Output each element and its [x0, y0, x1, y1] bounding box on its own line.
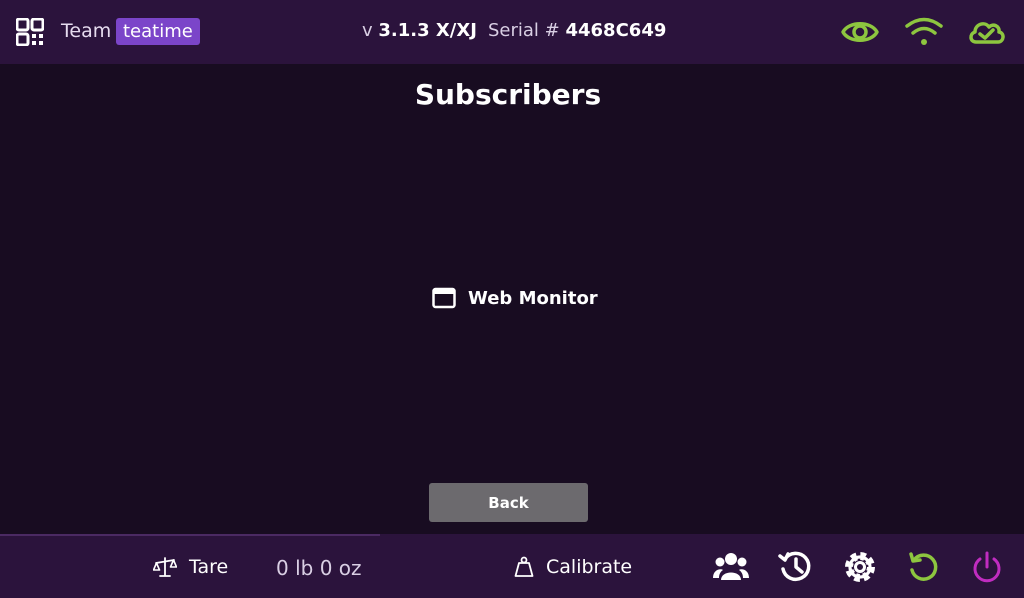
browser-window-icon: [432, 287, 456, 309]
users-icon[interactable]: [712, 548, 750, 586]
team-name-badge: teatime: [116, 18, 200, 45]
calibrate-label: Calibrate: [546, 556, 633, 578]
bottom-divider: [0, 534, 380, 536]
version-number: 3.1.3 X/XJ: [378, 20, 477, 41]
tare-button[interactable]: Tare: [153, 555, 228, 579]
tare-label: Tare: [189, 556, 229, 578]
weight-readout: 0 lb 0 oz: [276, 556, 362, 580]
scale-icon: [153, 557, 177, 577]
qr-code-icon[interactable]: [16, 18, 44, 46]
serial-number: 4468C649: [565, 20, 667, 41]
serial-info: Serial # 4468C649: [488, 20, 666, 41]
version-prefix: v: [362, 20, 373, 41]
gear-icon[interactable]: [841, 548, 879, 586]
serial-prefix: Serial #: [488, 20, 560, 41]
calibrate-button[interactable]: Calibrate: [514, 555, 632, 579]
history-icon[interactable]: [777, 548, 815, 586]
power-icon[interactable]: [968, 548, 1006, 586]
back-button[interactable]: Back: [429, 483, 588, 522]
wifi-icon[interactable]: [904, 14, 944, 50]
cloud-check-icon[interactable]: [966, 14, 1006, 50]
subscriber-label: Web Monitor: [468, 287, 598, 309]
subscriber-web-monitor[interactable]: Web Monitor: [432, 285, 598, 311]
page-title: Subscribers: [414, 78, 602, 111]
version-info: v 3.1.3 X/XJ: [362, 20, 477, 41]
eye-icon[interactable]: [840, 14, 880, 50]
weight-icon: [514, 556, 534, 577]
undo-icon[interactable]: [905, 548, 943, 586]
team-label: Team: [61, 20, 112, 42]
